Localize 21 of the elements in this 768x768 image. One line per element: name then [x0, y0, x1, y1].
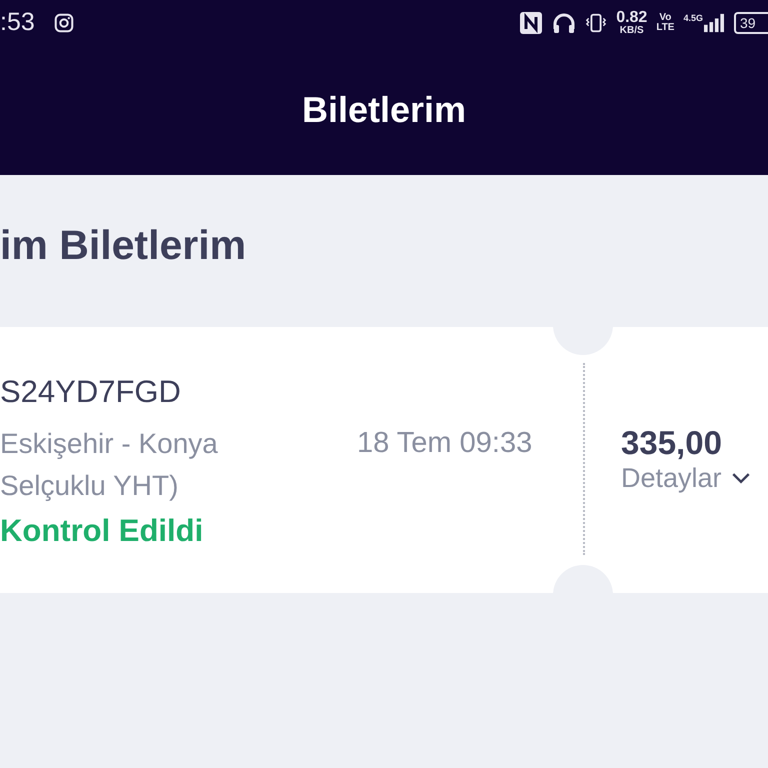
volte-label: Vo — [659, 12, 672, 22]
ticket-date: 18 Tem 09:33 — [357, 427, 532, 459]
section-title: im Biletlerim — [0, 221, 248, 270]
route-text: Eskişehir - Konya Selçuklu YHT) — [0, 427, 219, 503]
battery-icon: 39 — [734, 12, 768, 34]
speed-unit: KB/S — [620, 26, 644, 36]
nfc-icon — [519, 10, 544, 34]
ticket-status: Kontrol Edildi — [0, 512, 204, 550]
headphones-icon — [552, 10, 576, 34]
ticket-code: S24YD7FGD — [0, 373, 182, 411]
chevron-icon — [732, 473, 750, 484]
clock-time: :53 — [0, 8, 35, 37]
details-button[interactable]: Detaylar — [621, 463, 750, 494]
ticket-price: 335,00 — [621, 423, 722, 463]
page-title: Biletlerim — [302, 89, 466, 131]
network-type: 4.5G — [683, 12, 703, 22]
lte-label: LTE — [656, 22, 674, 32]
data-speed: 0.82 — [616, 10, 648, 26]
vibrate-icon — [585, 12, 608, 34]
signal-icon — [703, 12, 725, 32]
camera-icon — [52, 12, 75, 34]
